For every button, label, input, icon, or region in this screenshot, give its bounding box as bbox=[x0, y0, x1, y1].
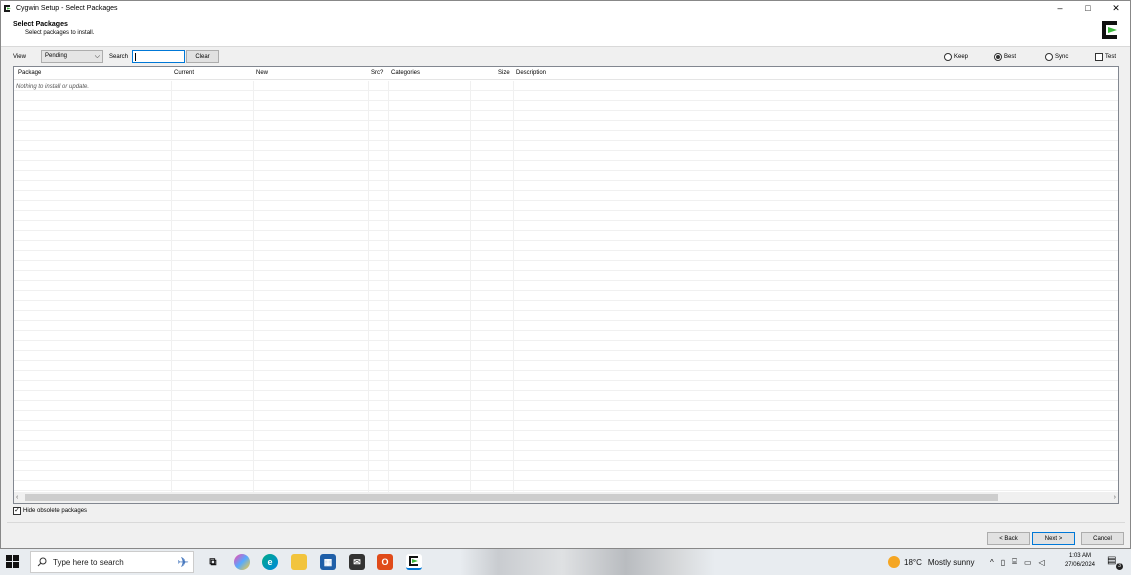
network-icon[interactable]: ⌸ bbox=[1012, 557, 1017, 567]
weather-sun-icon bbox=[888, 556, 900, 568]
radio-sync-label: Sync bbox=[1055, 54, 1069, 60]
page-title: Select Packages bbox=[13, 21, 68, 28]
filter-toolbar: View Pending ⌵ Search Clear Keep Best Sy… bbox=[1, 48, 1130, 66]
task-view-icon[interactable]: ⧉ bbox=[205, 554, 221, 570]
taskbar-background-image bbox=[460, 549, 715, 575]
test-checkbox-label: Test bbox=[1105, 54, 1117, 60]
next-button[interactable]: Next > bbox=[1032, 532, 1075, 545]
weather-temperature: 18°C bbox=[904, 557, 922, 567]
horizontal-scrollbar[interactable]: ‹ › bbox=[14, 492, 1118, 503]
microsoft-store-icon[interactable]: ▦ bbox=[320, 554, 336, 570]
radio-sync-dot bbox=[1045, 53, 1053, 61]
windows-start-icon[interactable] bbox=[6, 555, 20, 569]
footer-divider bbox=[7, 522, 1125, 523]
taskbar-search-placeholder: Type here to search bbox=[53, 557, 124, 567]
chevron-down-icon: ⌵ bbox=[94, 53, 100, 60]
cygwin-setup-window: Cygwin Setup - Select Packages – □ ✕ Sel… bbox=[0, 0, 1131, 549]
taskbar-search-box[interactable]: Type here to search ✈ bbox=[30, 551, 194, 573]
edge-browser-icon[interactable]: e bbox=[262, 554, 278, 570]
scrollbar-thumb[interactable] bbox=[25, 494, 998, 501]
battery-icon[interactable]: ▯ bbox=[1001, 558, 1005, 567]
package-list-header: Package Current New Src? Categories Size… bbox=[14, 67, 1118, 80]
hide-obsolete-checkbox-box: ✓ bbox=[13, 507, 21, 515]
radio-best[interactable]: Best bbox=[994, 53, 1016, 61]
search-highlight-icon: ✈ bbox=[177, 553, 189, 570]
column-divider bbox=[253, 81, 254, 503]
mail-icon[interactable]: ✉ bbox=[349, 554, 365, 570]
notification-count-badge: 3 bbox=[1116, 563, 1123, 570]
system-tray: ^ ▯ ⌸ ▭ ◁ bbox=[990, 549, 1045, 575]
windows-taskbar: Type here to search ✈ ⧉ e ▦ ✉ O 18°C Mos… bbox=[0, 549, 1131, 575]
column-header-package[interactable]: Package bbox=[18, 70, 41, 76]
scroll-left-icon[interactable]: ‹ bbox=[16, 492, 18, 503]
test-checkbox-box bbox=[1095, 53, 1103, 61]
weather-widget[interactable]: 18°C Mostly sunny bbox=[888, 549, 975, 575]
empty-list-message: Nothing to install or update. bbox=[16, 84, 90, 90]
copilot-icon[interactable] bbox=[234, 554, 250, 570]
cygwin-app-icon bbox=[3, 4, 12, 13]
hide-obsolete-checkbox[interactable]: ✓ Hide obsolete packages bbox=[13, 507, 87, 515]
column-divider bbox=[368, 81, 369, 503]
taskbar-clock[interactable]: 1:03 AM 27/06/2024 bbox=[1065, 552, 1095, 570]
column-header-new[interactable]: New bbox=[256, 70, 268, 76]
maximize-button[interactable]: □ bbox=[1074, 1, 1102, 15]
column-divider bbox=[171, 81, 172, 503]
radio-keep[interactable]: Keep bbox=[944, 53, 968, 61]
column-header-current[interactable]: Current bbox=[174, 70, 194, 76]
cygwin-logo bbox=[1100, 19, 1120, 41]
search-icon bbox=[37, 557, 47, 567]
radio-best-dot bbox=[994, 53, 1002, 61]
column-divider bbox=[388, 81, 389, 503]
page-subtitle: Select packages to install. bbox=[25, 30, 95, 36]
radio-best-label: Best bbox=[1004, 54, 1017, 60]
text-caret bbox=[135, 53, 136, 61]
search-label: Search bbox=[109, 54, 129, 60]
cancel-button[interactable]: Cancel bbox=[1081, 532, 1124, 545]
cygwin-taskbar-icon[interactable] bbox=[406, 554, 422, 570]
close-button[interactable]: ✕ bbox=[1102, 1, 1130, 15]
search-input[interactable] bbox=[132, 50, 185, 63]
column-header-categories[interactable]: Categories bbox=[391, 70, 420, 76]
package-list[interactable]: Package Current New Src? Categories Size… bbox=[13, 66, 1119, 504]
notification-icon[interactable]: ▤ 3 bbox=[1107, 555, 1123, 570]
title-bar: Cygwin Setup - Select Packages – □ ✕ bbox=[1, 1, 1130, 15]
view-select[interactable]: Pending ⌵ bbox=[41, 50, 103, 63]
radio-keep-dot bbox=[944, 53, 952, 61]
clock-date: 27/06/2024 bbox=[1064, 562, 1095, 568]
window-title: Cygwin Setup - Select Packages bbox=[16, 4, 118, 12]
radio-keep-label: Keep bbox=[954, 54, 969, 60]
back-button[interactable]: < Back bbox=[987, 532, 1030, 545]
weather-description: Mostly sunny bbox=[927, 557, 975, 567]
radio-sync[interactable]: Sync bbox=[1045, 53, 1068, 61]
package-rows bbox=[14, 81, 1118, 503]
volume-icon[interactable]: ◁ bbox=[1039, 558, 1045, 567]
column-header-src[interactable]: Src? bbox=[371, 70, 383, 76]
page-header: Select Packages Select packages to insta… bbox=[1, 15, 1130, 47]
column-divider bbox=[470, 81, 471, 503]
test-checkbox[interactable]: Test bbox=[1095, 53, 1116, 61]
clear-button[interactable]: Clear bbox=[186, 50, 219, 63]
column-divider bbox=[513, 81, 514, 503]
column-header-size[interactable]: Size bbox=[498, 70, 510, 76]
column-header-description[interactable]: Description bbox=[516, 70, 546, 76]
chevron-up-icon[interactable]: ^ bbox=[990, 558, 994, 567]
hide-obsolete-label: Hide obsolete packages bbox=[23, 508, 88, 514]
view-select-value: Pending bbox=[45, 53, 68, 59]
office-icon[interactable]: O bbox=[377, 554, 393, 570]
minimize-button[interactable]: – bbox=[1046, 1, 1074, 15]
clock-time: 1:03 AM bbox=[1068, 553, 1091, 559]
file-explorer-icon[interactable] bbox=[291, 554, 307, 570]
view-label: View bbox=[13, 54, 26, 60]
display-icon[interactable]: ▭ bbox=[1024, 558, 1032, 567]
scroll-right-icon[interactable]: › bbox=[1114, 492, 1116, 503]
